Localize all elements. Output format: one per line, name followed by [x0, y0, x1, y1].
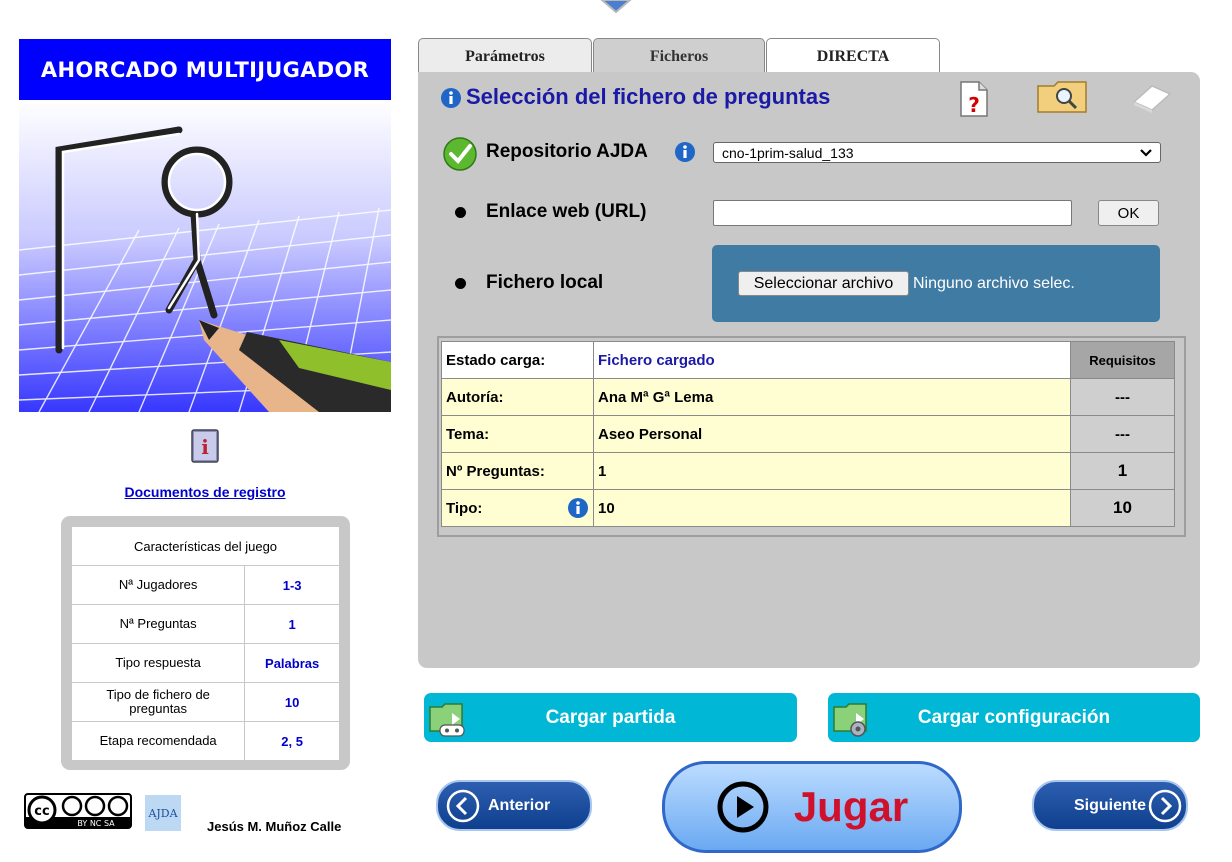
folder-search-icon[interactable] — [1036, 80, 1088, 114]
tab-directa[interactable]: DIRECTA — [766, 38, 940, 75]
table-row: Tipo respuesta Palabras — [70, 643, 340, 683]
status-label: Nº Preguntas: — [441, 452, 594, 490]
char-label: Etapa recomendada — [70, 721, 246, 761]
info-icon[interactable] — [567, 497, 589, 519]
status-value: Fichero cargado — [593, 341, 1071, 379]
table-row: Nª Preguntas 1 — [70, 604, 340, 644]
select-file-button[interactable]: Seleccionar archivo — [738, 271, 909, 296]
section-title: Selección del fichero de preguntas — [466, 84, 831, 109]
check-icon — [443, 137, 477, 171]
load-game-label: Cargar partida — [545, 706, 676, 728]
creative-commons-badge: cc BY NC SA — [24, 793, 132, 829]
status-value: Ana Mª Gª Lema — [593, 378, 1071, 416]
load-game-icon — [429, 703, 465, 737]
status-label: Tema: — [441, 415, 594, 453]
arrow-right-icon — [1148, 789, 1182, 822]
table-row: Estado carga: Fichero cargado Requisitos — [441, 341, 1175, 379]
tab-ficheros[interactable]: Ficheros — [593, 38, 765, 75]
repo-label: Repositorio AJDA — [486, 141, 648, 162]
bullet-icon — [455, 278, 466, 289]
svg-text:i: i — [201, 435, 209, 459]
hangman-illustration — [19, 100, 391, 412]
previous-button[interactable]: Anterior — [436, 780, 592, 831]
url-input[interactable] — [713, 200, 1072, 226]
char-label: Tipo de fichero de preguntas — [70, 682, 246, 722]
eraser-icon[interactable] — [1130, 80, 1174, 114]
status-label: Tipo: — [446, 499, 483, 517]
requirement-value: 1 — [1070, 452, 1175, 490]
table-row: Nª Jugadores 1-3 — [70, 565, 340, 605]
repo-selected-value: cno-1prim-salud_133 — [722, 144, 854, 161]
requirements-header: Requisitos — [1070, 341, 1175, 379]
ajda-logo-text: AJDA — [147, 807, 178, 820]
requirement-value: --- — [1070, 378, 1175, 416]
char-value: 1-3 — [244, 565, 340, 605]
help-file-icon[interactable]: ? — [957, 80, 989, 118]
local-file-label: Fichero local — [486, 272, 604, 293]
repo-select[interactable]: cno-1prim-salud_133 — [713, 142, 1161, 163]
cc-text: BY NC SA — [77, 819, 115, 828]
svg-text:cc: cc — [34, 804, 49, 819]
characteristics-header: Características del juego — [71, 526, 340, 566]
svg-text:?: ? — [968, 93, 980, 117]
arrow-left-icon — [446, 789, 480, 822]
table-row: Tipo: 10 10 — [441, 489, 1175, 527]
url-label: Enlace web (URL) — [486, 201, 647, 222]
file-status-text: Ninguno archivo selec. — [913, 275, 1075, 292]
play-button[interactable]: Jugar — [662, 761, 962, 853]
table-row: Nº Preguntas: 1 1 — [441, 452, 1175, 490]
status-value: Aseo Personal — [593, 415, 1071, 453]
previous-label: Anterior — [488, 796, 551, 814]
ajda-logo: AJDA — [145, 795, 181, 831]
info-icon[interactable] — [440, 87, 462, 109]
table-row: Tipo de fichero de preguntas 10 — [70, 682, 340, 722]
char-label: Nª Jugadores — [70, 565, 246, 605]
load-config-button[interactable]: Cargar configuración — [828, 693, 1200, 742]
table-row: Etapa recomendada 2, 5 — [70, 721, 340, 761]
table-row: Autoría: Ana Mª Gª Lema --- — [441, 378, 1175, 416]
book-icon[interactable]: i — [190, 428, 220, 464]
char-value: 2, 5 — [244, 721, 340, 761]
characteristics-panel: Características del juego Nª Jugadores 1… — [61, 516, 350, 770]
docs-link[interactable]: Documentos de registro — [19, 484, 391, 500]
bullet-icon — [455, 207, 466, 218]
diamond-icon — [600, 0, 632, 14]
characteristics-table: Características del juego Nª Jugadores 1… — [70, 526, 340, 761]
status-label: Autoría: — [441, 378, 594, 416]
tab-parametros[interactable]: Parámetros — [418, 38, 592, 75]
status-label-cell: Tipo: — [441, 489, 594, 527]
author-credit: Jesús M. Muñoz Calle — [207, 819, 342, 834]
load-game-button[interactable]: Cargar partida — [424, 693, 797, 742]
char-value: Palabras — [244, 643, 340, 683]
play-label: Jugar — [793, 783, 909, 830]
load-config-icon — [833, 703, 867, 737]
status-value: 10 — [593, 489, 1071, 527]
status-label: Estado carga: — [441, 341, 594, 379]
requirement-value: --- — [1070, 415, 1175, 453]
next-button[interactable]: Siguiente — [1032, 780, 1188, 831]
play-icon — [717, 781, 769, 833]
app-title: AHORCADO MULTIJUGADOR — [19, 39, 391, 100]
info-icon[interactable] — [674, 141, 696, 163]
next-label: Siguiente — [1073, 796, 1146, 814]
status-table: Estado carga: Fichero cargado Requisitos… — [441, 341, 1175, 527]
load-config-label: Cargar configuración — [917, 706, 1111, 728]
ok-button[interactable]: OK — [1098, 200, 1159, 226]
char-value: 1 — [244, 604, 340, 644]
chevron-down-icon — [1140, 148, 1152, 157]
char-value: 10 — [244, 682, 340, 722]
status-value: 1 — [593, 452, 1071, 490]
char-label: Tipo respuesta — [70, 643, 246, 683]
char-label: Nª Preguntas — [70, 604, 246, 644]
table-row: Tema: Aseo Personal --- — [441, 415, 1175, 453]
requirement-value: 10 — [1070, 489, 1175, 527]
